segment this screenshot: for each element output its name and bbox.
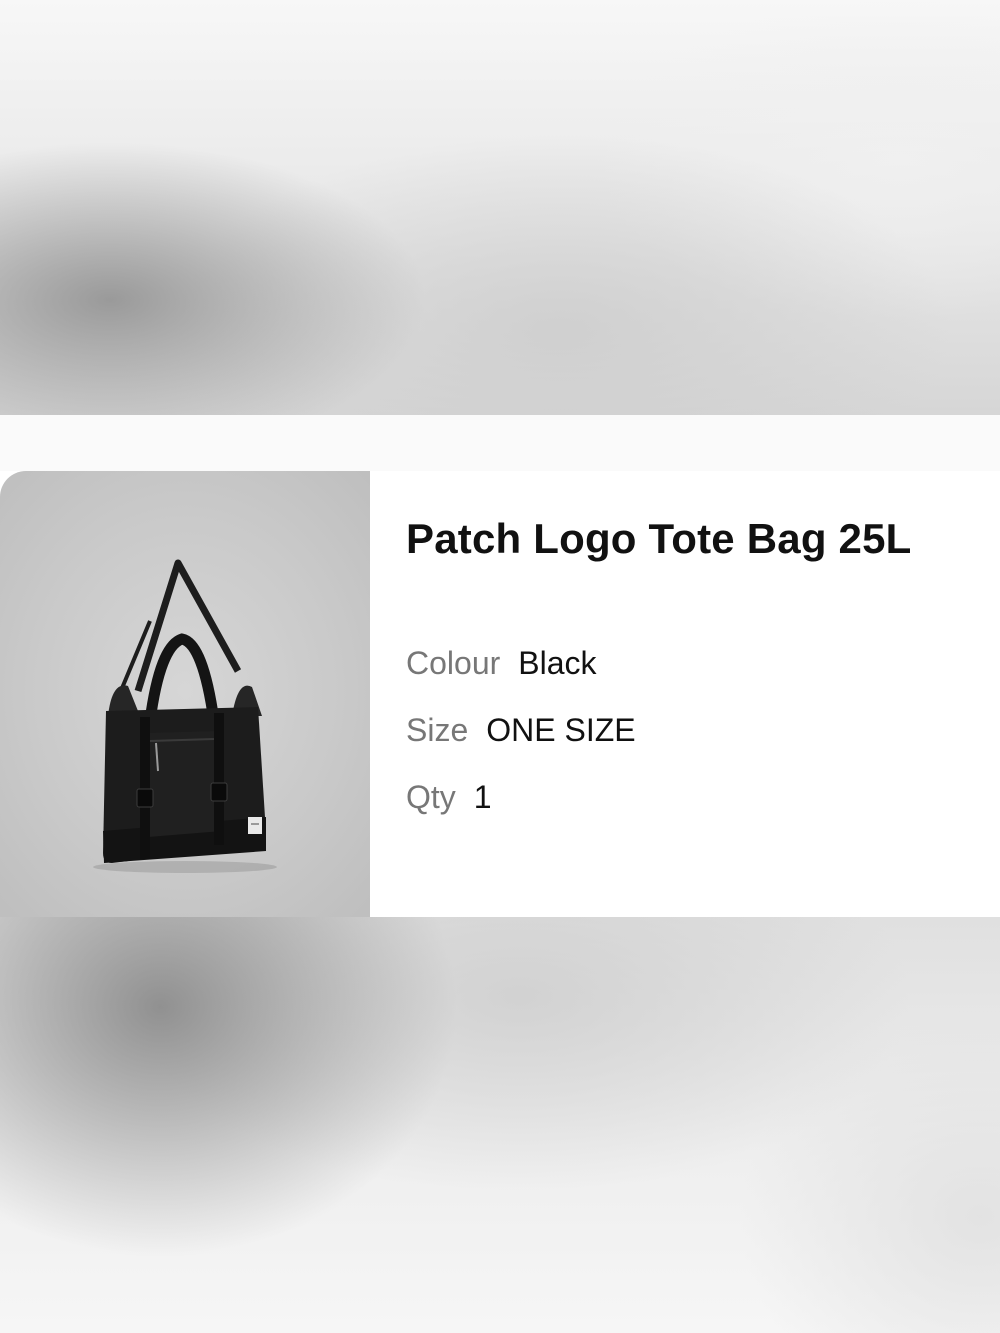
- blurred-backdrop-bottom: [0, 917, 1000, 1333]
- product-image[interactable]: [0, 471, 370, 917]
- tote-bag-icon: [93, 559, 277, 873]
- colour-label: Colour: [406, 645, 501, 681]
- size-value: ONE SIZE: [486, 712, 636, 748]
- qty-label: Qty: [406, 779, 456, 815]
- colour-value: Black: [518, 645, 597, 681]
- qty-attribute: Qty 1: [406, 777, 492, 817]
- size-label: Size: [406, 712, 469, 748]
- size-attribute: Size ONE SIZE: [406, 710, 636, 750]
- blurred-backdrop-top: [0, 0, 1000, 415]
- qty-value: 1: [473, 779, 492, 815]
- product-info: Patch Logo Tote Bag 25L Colour Black Size…: [406, 471, 986, 917]
- backdrop-gap: [0, 415, 1000, 471]
- product-line-item-card[interactable]: Patch Logo Tote Bag 25L Colour Black Size…: [0, 471, 1000, 918]
- colour-attribute: Colour Black: [406, 643, 597, 683]
- product-title[interactable]: Patch Logo Tote Bag 25L: [406, 515, 912, 563]
